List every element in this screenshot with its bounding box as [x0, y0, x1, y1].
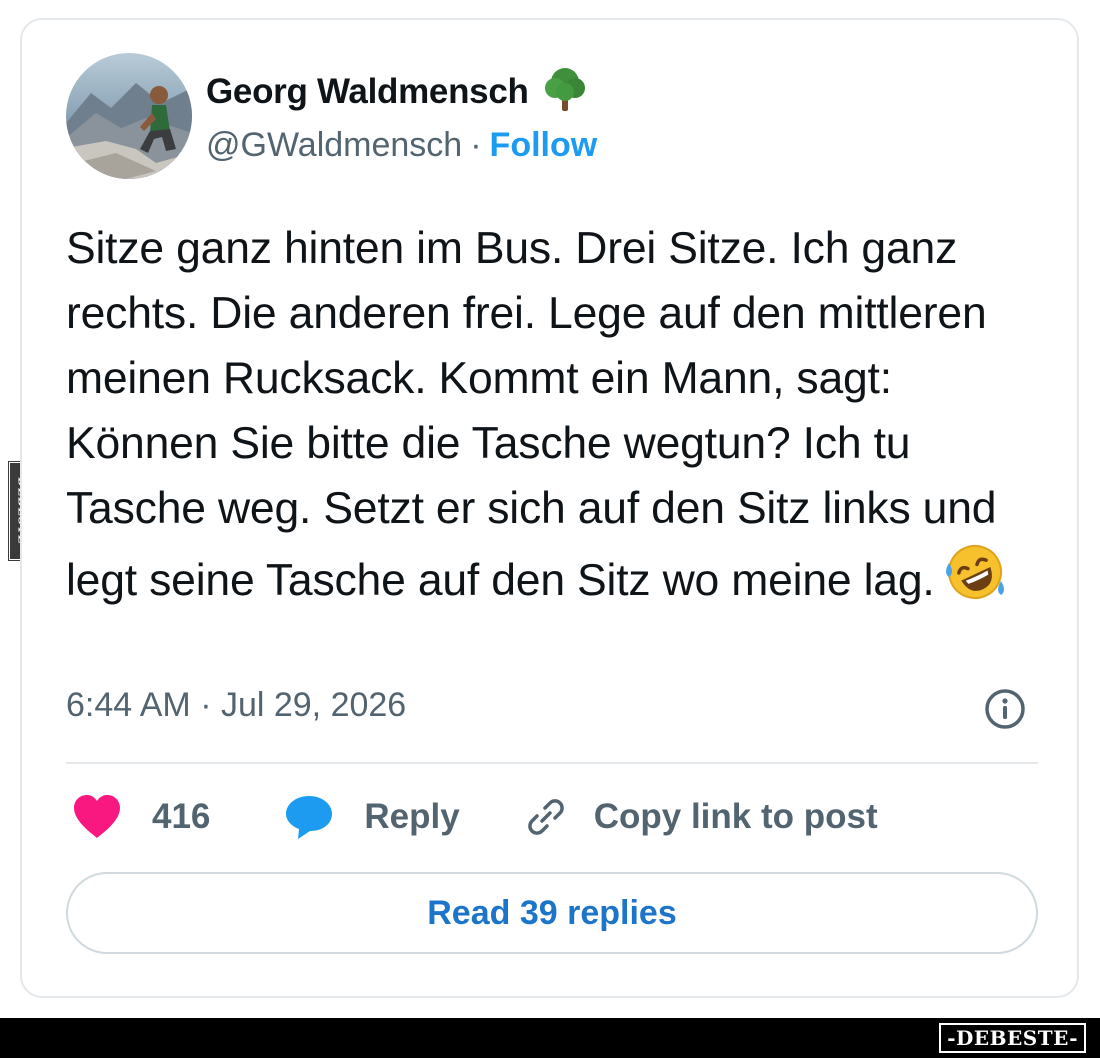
like-button[interactable]: 416: [72, 794, 210, 840]
copy-link-label: Copy link to post: [593, 797, 878, 836]
info-icon[interactable]: [984, 688, 1026, 730]
tree-icon: [543, 66, 587, 117]
heart-icon: [72, 794, 122, 840]
reply-button[interactable]: Reply: [284, 794, 460, 840]
bottom-bar: -DEBESTE-: [0, 1018, 1100, 1058]
post-text: Sitze ganz hinten im Bus. Drei Sitze. Ic…: [66, 224, 997, 605]
author-name[interactable]: Georg Waldmensch: [206, 72, 529, 112]
bottom-watermark: -DEBESTE-: [939, 1023, 1086, 1053]
post-card: Georg Waldmensch @GWaldmensch · Follow S…: [20, 18, 1079, 998]
rolling-on-floor-laughing-icon: [943, 541, 1007, 621]
action-bar: 416 Reply Copy link to post: [72, 792, 878, 842]
read-replies-label: Read 39 replies: [427, 893, 677, 932]
link-icon: [524, 795, 568, 839]
reply-label: Reply: [364, 797, 460, 836]
post-timestamp[interactable]: 6:44 AM · Jul 29, 2026: [66, 686, 406, 725]
like-count: 416: [152, 797, 211, 836]
author-handle[interactable]: @GWaldmensch: [206, 126, 462, 165]
post-text-block: Sitze ganz hinten im Bus. Drei Sitze. Ic…: [66, 216, 1056, 621]
author-name-row: Georg Waldmensch: [206, 66, 587, 117]
speech-bubble-icon: [284, 794, 334, 840]
follow-button[interactable]: Follow: [490, 126, 598, 165]
separator-dot: ·: [470, 126, 482, 164]
author-handle-row: @GWaldmensch · Follow: [206, 126, 597, 165]
copy-link-button[interactable]: Copy link to post: [524, 795, 878, 839]
page: DEBESTE: [0, 0, 1100, 1058]
avatar[interactable]: [66, 53, 192, 179]
read-replies-button[interactable]: Read 39 replies: [66, 872, 1038, 954]
divider: [66, 762, 1038, 764]
